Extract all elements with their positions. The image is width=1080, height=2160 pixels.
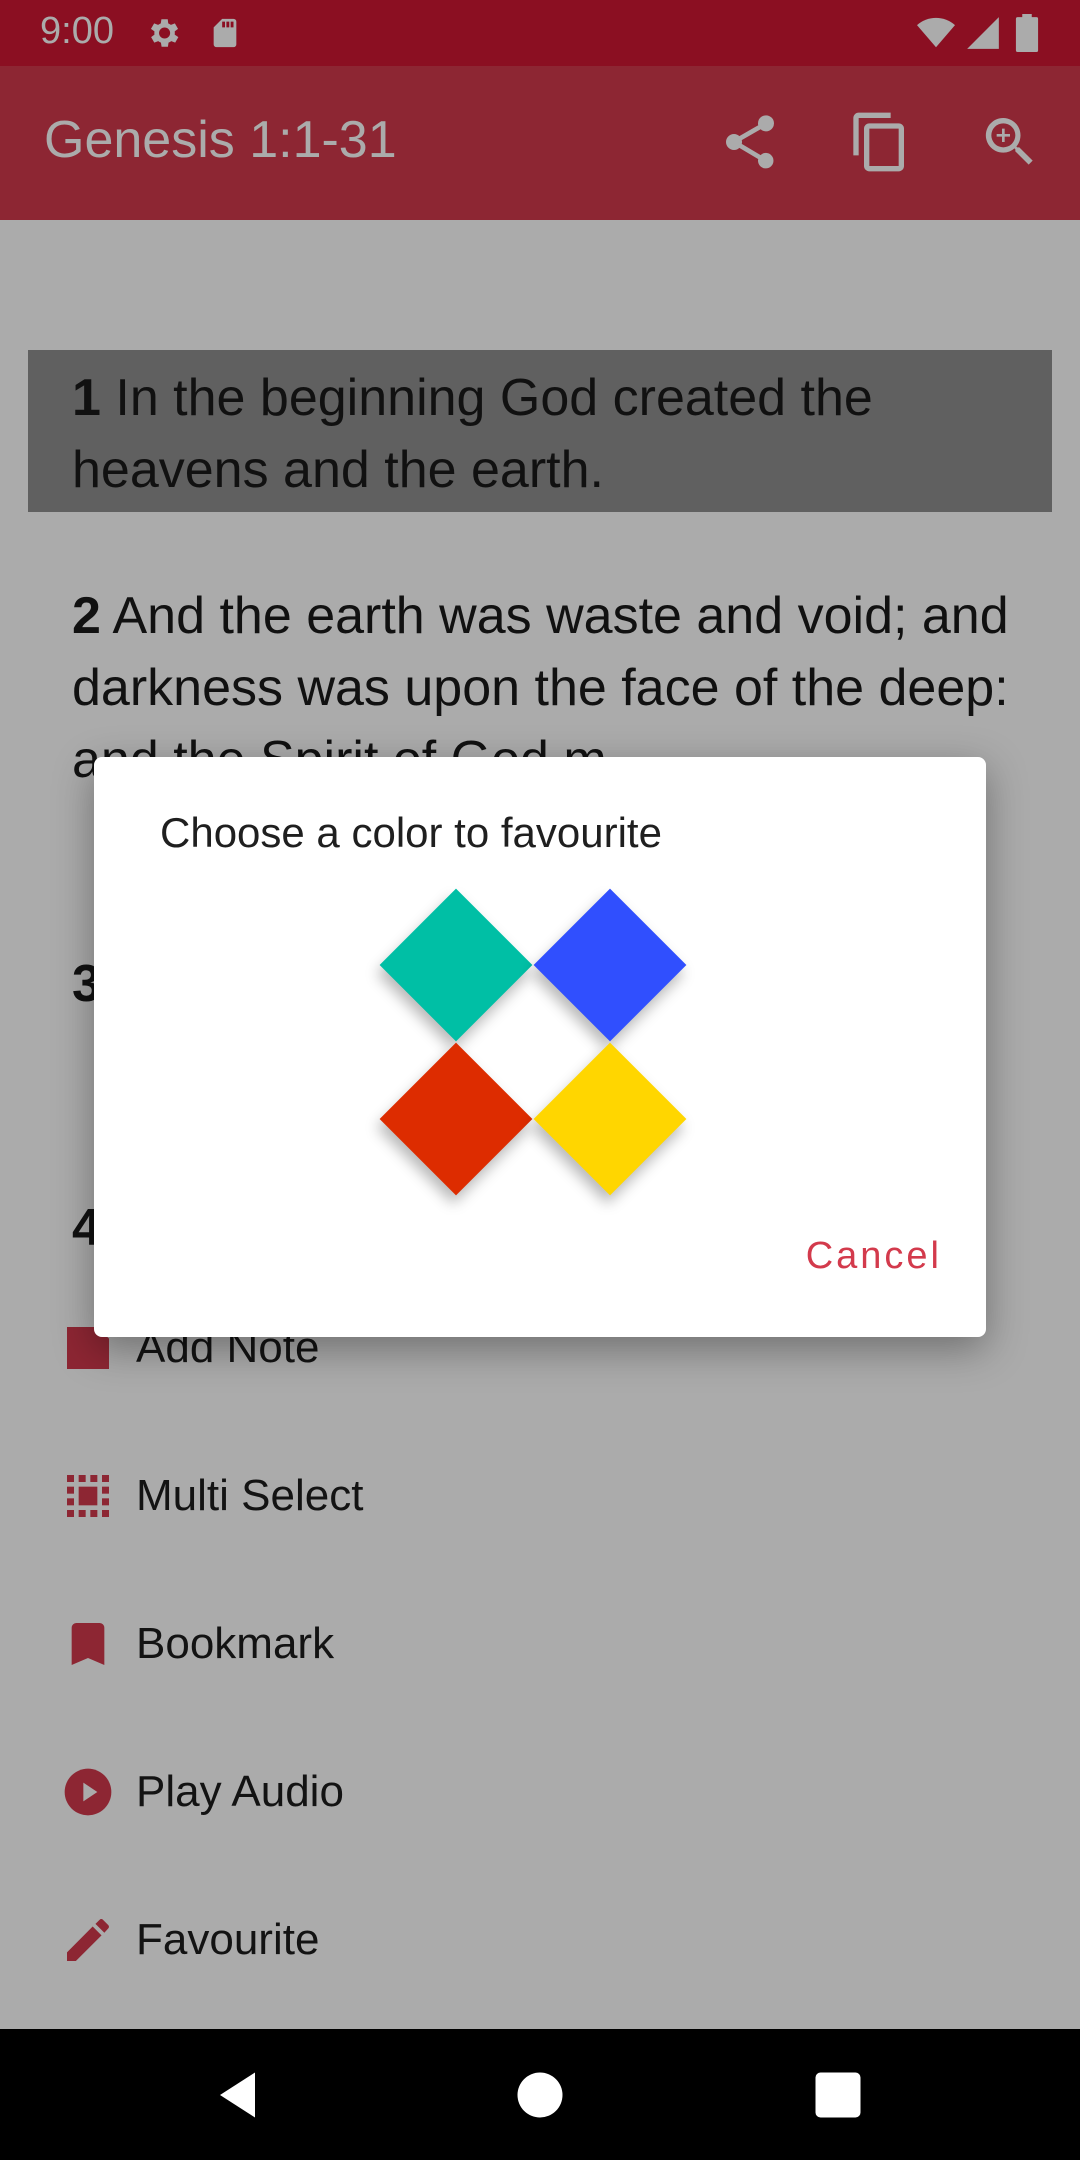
home-icon[interactable] — [510, 2065, 570, 2125]
swatch-red[interactable] — [379, 1042, 533, 1196]
navigation-bar — [0, 2029, 1080, 2160]
cancel-button[interactable]: Cancel — [806, 1235, 942, 1278]
back-icon[interactable] — [210, 2065, 270, 2125]
dialog-title: Choose a color to favourite — [160, 809, 662, 856]
swatch-teal[interactable] — [379, 888, 533, 1042]
color-picker-dialog: Choose a color to favourite Cancel — [94, 757, 986, 1337]
recents-icon[interactable] — [808, 2065, 868, 2125]
screen: 9:00 Genesis 1:1-31 1 In the beginning G… — [0, 0, 1080, 2160]
swatch-yellow[interactable] — [533, 1042, 687, 1196]
swatch-blue[interactable] — [533, 888, 687, 1042]
